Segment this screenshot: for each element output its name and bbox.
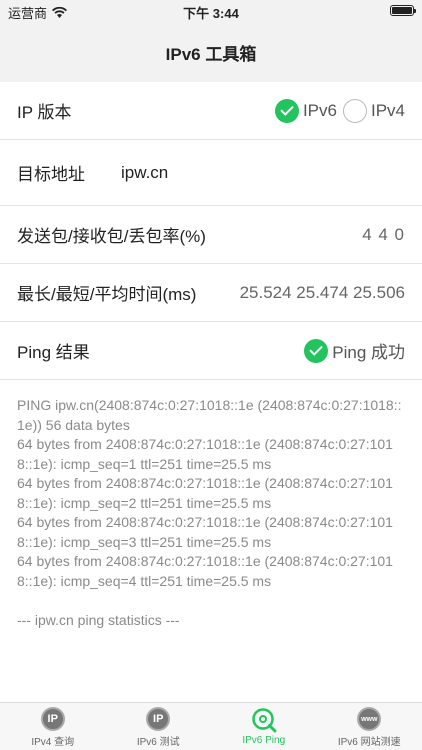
target-input[interactable]: ipw.cn	[121, 163, 168, 183]
radio-ipv6[interactable]: IPv6	[274, 98, 337, 123]
timing-value: 25.524 25.474 25.506	[239, 282, 405, 302]
status-bar: 运营商 下午 3:44	[0, 0, 422, 22]
tab-bar: IP IPv4 查询 IP IPv6 测试 IPv6 Ping www IPv6…	[0, 702, 422, 750]
status-time: 下午 3:44	[183, 6, 239, 21]
ip-icon: IP	[40, 707, 65, 731]
ip-version-label: IP 版本	[17, 103, 72, 122]
radio-ipv4-label: IPv4	[370, 100, 405, 120]
ping-result-value: Ping 成功	[332, 343, 405, 362]
success-check-icon	[304, 338, 329, 363]
log-line: 64 bytes from 2408:874c:0:27:1018::1e (2…	[17, 553, 393, 589]
ip-version-row: IP 版本 IPv6 IPv4	[0, 82, 422, 140]
radio-ipv4[interactable]: IPv4	[342, 98, 405, 123]
timing-label: 最长/最短/平均时间(ms)	[17, 285, 197, 304]
packets-row: 发送包/接收包/丢包率(%) 4 4 0	[0, 206, 422, 264]
ping-result-label: Ping 结果	[17, 343, 90, 362]
timing-row: 最长/最短/平均时间(ms) 25.524 25.474 25.506	[0, 264, 422, 322]
ping-log: PING ipw.cn(2408:874c:0:27:1018::1e (240…	[0, 380, 422, 630]
packets-label: 发送包/接收包/丢包率(%)	[17, 227, 206, 246]
tab-ipv4-query[interactable]: IP IPv4 查询	[0, 703, 106, 750]
ip-icon: IP	[146, 707, 171, 731]
nav-bar: IPv6 工具箱	[0, 22, 422, 82]
battery-icon	[390, 5, 416, 16]
tab-label: IPv6 网站测速	[337, 737, 401, 748]
log-line: PING ipw.cn(2408:874c:0:27:1018::1e (240…	[17, 397, 402, 433]
log-line: 64 bytes from 2408:874c:0:27:1018::1e (2…	[17, 514, 393, 550]
tab-label: IPv6 Ping	[242, 735, 286, 746]
tab-ipv6-site-speed[interactable]: www IPv6 网站测速	[317, 703, 422, 750]
radio-unchecked-icon	[342, 98, 367, 123]
log-line: 64 bytes from 2408:874c:0:27:1018::1e (2…	[17, 436, 393, 472]
target-label: 目标地址	[17, 165, 85, 184]
page-title: IPv6 工具箱	[165, 44, 257, 64]
log-line: 64 bytes from 2408:874c:0:27:1018::1e (2…	[17, 475, 393, 511]
ping-result-row: Ping 结果 Ping 成功	[0, 322, 422, 380]
tab-ipv6-ping[interactable]: IPv6 Ping	[211, 703, 317, 750]
target-row: 目标地址 ipw.cn	[0, 140, 422, 206]
ping-search-icon	[252, 708, 277, 733]
packets-value: 4 4 0	[362, 224, 405, 244]
main-content[interactable]: IP 版本 IPv6 IPv4 目标地址 ipw.cn 发送包/接收包/丢包率(…	[0, 82, 422, 702]
tab-label: IPv6 测试	[136, 737, 180, 748]
radio-checked-icon	[274, 98, 299, 123]
www-icon: www	[357, 707, 382, 731]
log-line: --- ipw.cn ping statistics ---	[17, 611, 180, 628]
radio-ipv6-label: IPv6	[302, 100, 337, 120]
tab-ipv6-test[interactable]: IP IPv6 测试	[106, 703, 212, 750]
tab-label: IPv4 查询	[31, 737, 75, 748]
